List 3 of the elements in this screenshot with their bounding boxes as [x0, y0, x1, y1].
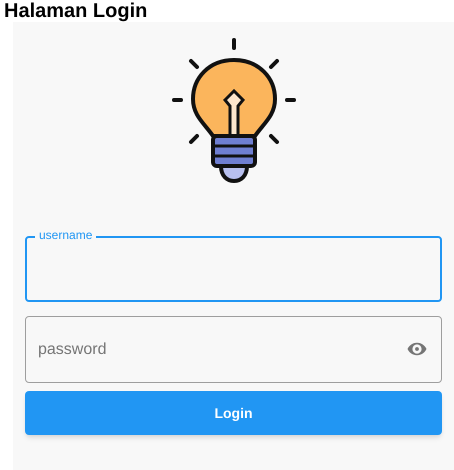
login-button[interactable]: Login: [25, 391, 442, 435]
page-title: Halaman Login: [3, 0, 148, 22]
password-field[interactable]: password: [25, 316, 442, 383]
